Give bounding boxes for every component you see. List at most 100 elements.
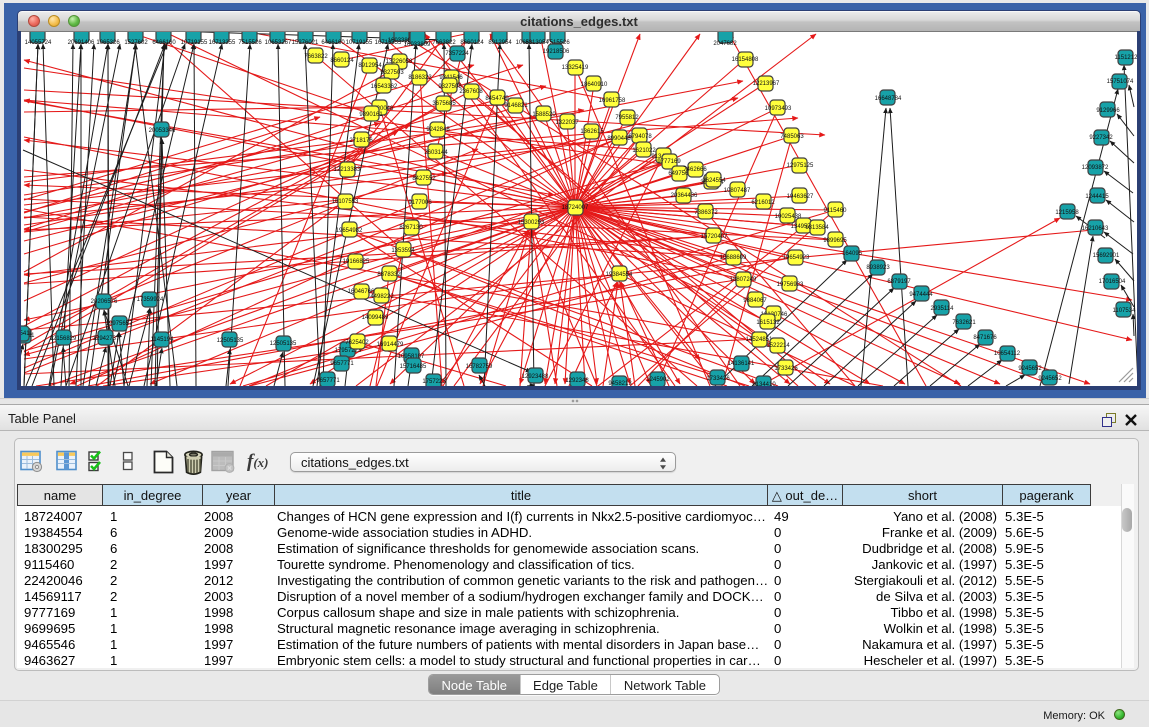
svg-text:8912954: 8912954 bbox=[358, 63, 382, 69]
svg-text:15692901: 15692901 bbox=[1093, 253, 1120, 259]
svg-text:7386372: 7386372 bbox=[694, 210, 718, 216]
svg-text:12975125: 12975125 bbox=[787, 163, 814, 169]
svg-text:12505135: 12505135 bbox=[217, 338, 244, 344]
svg-text:9177006: 9177006 bbox=[408, 200, 432, 206]
svg-text:14099489: 14099489 bbox=[362, 315, 389, 321]
svg-text:10973493: 10973493 bbox=[765, 106, 792, 112]
svg-text:6466160: 6466160 bbox=[321, 40, 345, 46]
svg-text:18807249: 18807249 bbox=[730, 277, 757, 283]
svg-text:15716485: 15716485 bbox=[400, 364, 427, 370]
svg-text:17016504: 17016504 bbox=[1099, 279, 1126, 285]
svg-text:10654112: 10654112 bbox=[994, 351, 1021, 357]
svg-text:19166825: 19166825 bbox=[343, 259, 370, 265]
svg-text:6216012: 6216012 bbox=[751, 200, 775, 206]
svg-text:12505135: 12505135 bbox=[270, 341, 297, 347]
svg-text:7632621: 7632621 bbox=[952, 320, 976, 326]
svg-text:8813054: 8813054 bbox=[525, 40, 549, 46]
svg-text:19463627: 19463627 bbox=[787, 194, 814, 200]
svg-text:9458213: 9458213 bbox=[608, 381, 632, 386]
svg-text:2935114: 2935114 bbox=[931, 306, 955, 312]
svg-text:8938923: 8938923 bbox=[866, 265, 890, 271]
svg-text:2047682: 2047682 bbox=[713, 41, 737, 47]
svg-text:15276021: 15276021 bbox=[292, 40, 319, 46]
svg-text:8267130: 8267130 bbox=[399, 225, 423, 231]
svg-text:10688609: 10688609 bbox=[720, 255, 747, 261]
svg-text:18724007: 18724007 bbox=[562, 205, 589, 211]
svg-text:8878332: 8878332 bbox=[377, 272, 401, 278]
svg-text:19654923: 19654923 bbox=[783, 255, 810, 261]
svg-text:12942737: 12942737 bbox=[93, 336, 120, 342]
svg-text:8912954: 8912954 bbox=[488, 40, 512, 46]
svg-text:7462666: 7462666 bbox=[683, 167, 707, 173]
svg-text:16713355: 16713355 bbox=[209, 40, 236, 46]
svg-text:9327503: 9327503 bbox=[380, 70, 404, 76]
svg-text:7357224: 7357224 bbox=[445, 51, 469, 57]
svg-text:7485063: 7485063 bbox=[780, 134, 804, 140]
svg-text:12923488: 12923488 bbox=[522, 374, 549, 380]
svg-text:2522214: 2522214 bbox=[766, 343, 790, 349]
svg-text:17359924: 17359924 bbox=[137, 297, 164, 303]
svg-text:6466160: 6466160 bbox=[152, 40, 176, 46]
svg-text:12156829: 12156829 bbox=[50, 336, 77, 342]
svg-text:15300293: 15300293 bbox=[518, 220, 545, 226]
svg-text:2603144: 2603144 bbox=[424, 150, 448, 156]
svg-text:16210643: 16210643 bbox=[1082, 226, 1109, 232]
svg-text:8454749: 8454749 bbox=[485, 96, 509, 102]
svg-text:7515526: 7515526 bbox=[238, 40, 262, 46]
svg-text:8427552: 8427552 bbox=[412, 176, 436, 182]
svg-text:16033809: 16033809 bbox=[404, 42, 431, 48]
svg-text:1757223: 1757223 bbox=[422, 379, 446, 385]
svg-text:20691406: 20691406 bbox=[68, 40, 95, 46]
svg-text:6794078: 6794078 bbox=[628, 134, 652, 140]
svg-text:20364436: 20364436 bbox=[671, 193, 698, 199]
svg-text:2367608: 2367608 bbox=[459, 89, 483, 95]
svg-text:12213967: 12213967 bbox=[753, 81, 780, 87]
svg-text:8471676: 8471676 bbox=[973, 335, 997, 341]
svg-text:15751074: 15751074 bbox=[1107, 79, 1134, 85]
svg-text:13325419: 13325419 bbox=[562, 65, 589, 71]
svg-text:1245902: 1245902 bbox=[646, 377, 670, 383]
svg-text:12213383: 12213383 bbox=[334, 167, 361, 173]
svg-text:10653267: 10653267 bbox=[265, 40, 292, 46]
svg-text:16107553: 16107553 bbox=[332, 199, 359, 205]
svg-text:3624554: 3624554 bbox=[702, 178, 726, 184]
svg-text:1292348: 1292348 bbox=[565, 378, 589, 384]
svg-text:1151212: 1151212 bbox=[1115, 55, 1137, 61]
svg-text:9313584: 9313584 bbox=[805, 225, 829, 231]
svg-text:1322037: 1322037 bbox=[555, 120, 579, 126]
svg-text:1527602: 1527602 bbox=[124, 40, 148, 46]
svg-text:1353594: 1353594 bbox=[391, 248, 415, 254]
svg-text:9245652: 9245652 bbox=[1038, 376, 1062, 382]
svg-text:16154808: 16154808 bbox=[732, 57, 759, 63]
svg-text:15720407: 15720407 bbox=[701, 234, 728, 240]
svg-text:10807487: 10807487 bbox=[724, 188, 751, 194]
svg-text:9657771: 9657771 bbox=[330, 361, 354, 367]
svg-text:18640910: 18640910 bbox=[581, 82, 608, 88]
svg-text:19975657: 19975657 bbox=[106, 321, 133, 327]
svg-text:7663822: 7663822 bbox=[432, 40, 456, 46]
svg-text:164095: 164095 bbox=[842, 251, 863, 257]
svg-text:7625402: 7625402 bbox=[345, 340, 369, 346]
svg-text:9657771: 9657771 bbox=[316, 378, 340, 384]
svg-text:9884067: 9884067 bbox=[743, 298, 767, 304]
svg-text:20053346: 20053346 bbox=[149, 128, 176, 134]
svg-text:1615132: 1615132 bbox=[756, 320, 780, 326]
svg-text:10719155: 10719155 bbox=[181, 40, 208, 46]
svg-text:8660124: 8660124 bbox=[460, 40, 484, 46]
svg-text:9134410: 9134410 bbox=[752, 382, 776, 386]
svg-text:8186323: 8186323 bbox=[408, 75, 432, 81]
svg-text:16782759: 16782759 bbox=[466, 364, 493, 370]
svg-text:1244415: 1244415 bbox=[1085, 194, 1109, 200]
svg-text:1145194: 1145194 bbox=[151, 337, 175, 343]
svg-text:9899695: 9899695 bbox=[823, 238, 847, 244]
svg-text:16046766: 16046766 bbox=[348, 289, 375, 295]
svg-text:1107534: 1107534 bbox=[1113, 308, 1137, 314]
svg-text:12093872: 12093872 bbox=[1082, 165, 1109, 171]
svg-text:9227342: 9227342 bbox=[1089, 135, 1113, 141]
svg-text:19756923: 19756923 bbox=[777, 282, 804, 288]
svg-text:1733426: 1733426 bbox=[706, 376, 730, 382]
svg-text:19384554: 19384554 bbox=[606, 272, 633, 278]
svg-text:14136141: 14136141 bbox=[728, 361, 755, 367]
svg-text:16543362: 16543362 bbox=[371, 84, 398, 90]
svg-text:19654982: 19654982 bbox=[336, 228, 363, 234]
